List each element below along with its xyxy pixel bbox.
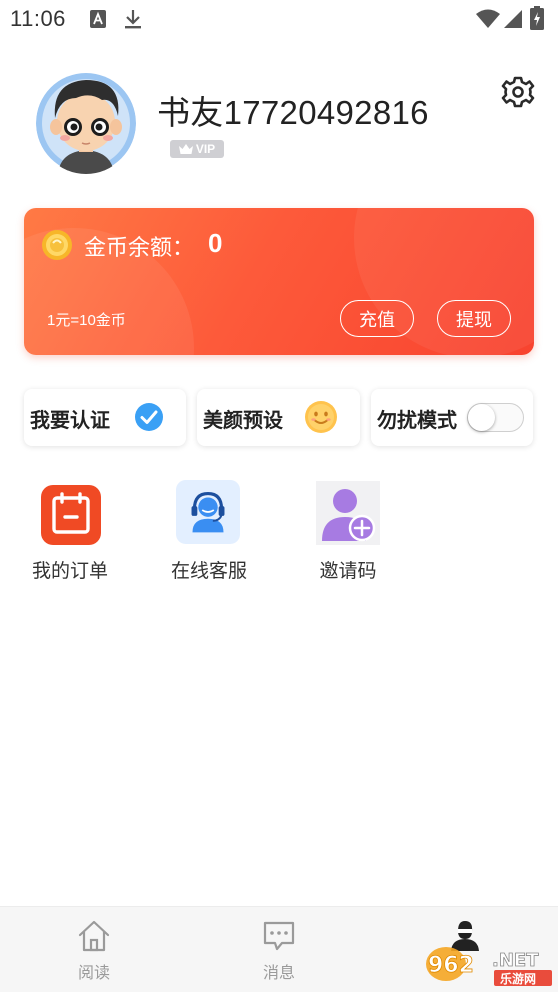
chat-bubble-icon bbox=[263, 921, 295, 951]
invite-code-label: 邀请码 bbox=[319, 561, 377, 582]
status-bar: 11:06 bbox=[0, 0, 558, 40]
vip-badge: VIP bbox=[170, 140, 224, 158]
toggle-knob bbox=[468, 404, 495, 431]
wifi-icon bbox=[476, 9, 500, 28]
my-orders-entry[interactable]: 我的订单 bbox=[15, 480, 125, 590]
coin-balance-label: 金币余额： bbox=[84, 235, 195, 260]
coin-balance-card: 金币余额： 0 1元=10金币 充值 提现 bbox=[24, 208, 534, 355]
text-a-icon bbox=[90, 10, 106, 28]
nav-read[interactable]: 阅读 bbox=[24, 907, 164, 992]
vip-label: VIP bbox=[195, 142, 216, 156]
my-orders-label: 我的订单 bbox=[31, 561, 108, 582]
withdraw-button[interactable]: 提现 bbox=[437, 300, 511, 337]
verify-option[interactable]: 我要认证 bbox=[24, 389, 186, 446]
online-service-label: 在线客服 bbox=[170, 561, 247, 582]
recharge-button[interactable]: 充值 bbox=[340, 300, 414, 337]
coin-exchange-rate: 1元=10金币 bbox=[47, 312, 126, 329]
check-circle-icon bbox=[135, 403, 163, 431]
nav-read-label: 阅读 bbox=[77, 965, 110, 982]
username: 书友17720492816 bbox=[157, 94, 429, 131]
gear-icon[interactable] bbox=[501, 75, 535, 109]
beauty-preset-label: 美颜预设 bbox=[203, 410, 283, 432]
signal-icon bbox=[504, 10, 522, 28]
home-icon bbox=[78, 920, 110, 952]
verify-label: 我要认证 bbox=[30, 410, 110, 432]
nav-messages[interactable]: 消息 bbox=[209, 907, 349, 992]
coin-icon bbox=[42, 230, 72, 260]
beauty-preset-option[interactable]: 美颜预设 bbox=[197, 389, 360, 446]
smile-face-icon bbox=[305, 401, 337, 433]
svg-text:962: 962 bbox=[428, 953, 474, 978]
svg-text:乐游网: 乐游网 bbox=[500, 971, 536, 986]
battery-charging-icon bbox=[530, 6, 544, 30]
add-user-icon bbox=[316, 481, 380, 545]
site-watermark-logo: 962 .NET 乐游网 bbox=[426, 947, 552, 986]
calendar-icon bbox=[41, 485, 101, 545]
invite-code-entry[interactable]: 邀请码 bbox=[293, 480, 403, 590]
customer-service-icon bbox=[176, 480, 240, 544]
avatar-image bbox=[36, 73, 136, 174]
crown-icon bbox=[178, 144, 193, 154]
do-not-disturb-label: 勿扰模式 bbox=[377, 410, 457, 432]
nav-messages-label: 消息 bbox=[262, 965, 295, 982]
status-time: 11:06 bbox=[10, 6, 66, 31]
do-not-disturb-toggle[interactable] bbox=[467, 403, 524, 432]
avatar[interactable] bbox=[36, 72, 136, 174]
coin-balance-value: 0 bbox=[208, 228, 223, 258]
download-icon bbox=[125, 10, 141, 29]
do-not-disturb-option: 勿扰模式 bbox=[371, 389, 533, 446]
svg-text:.NET: .NET bbox=[492, 950, 539, 971]
online-service-entry[interactable]: 在线客服 bbox=[154, 480, 264, 590]
